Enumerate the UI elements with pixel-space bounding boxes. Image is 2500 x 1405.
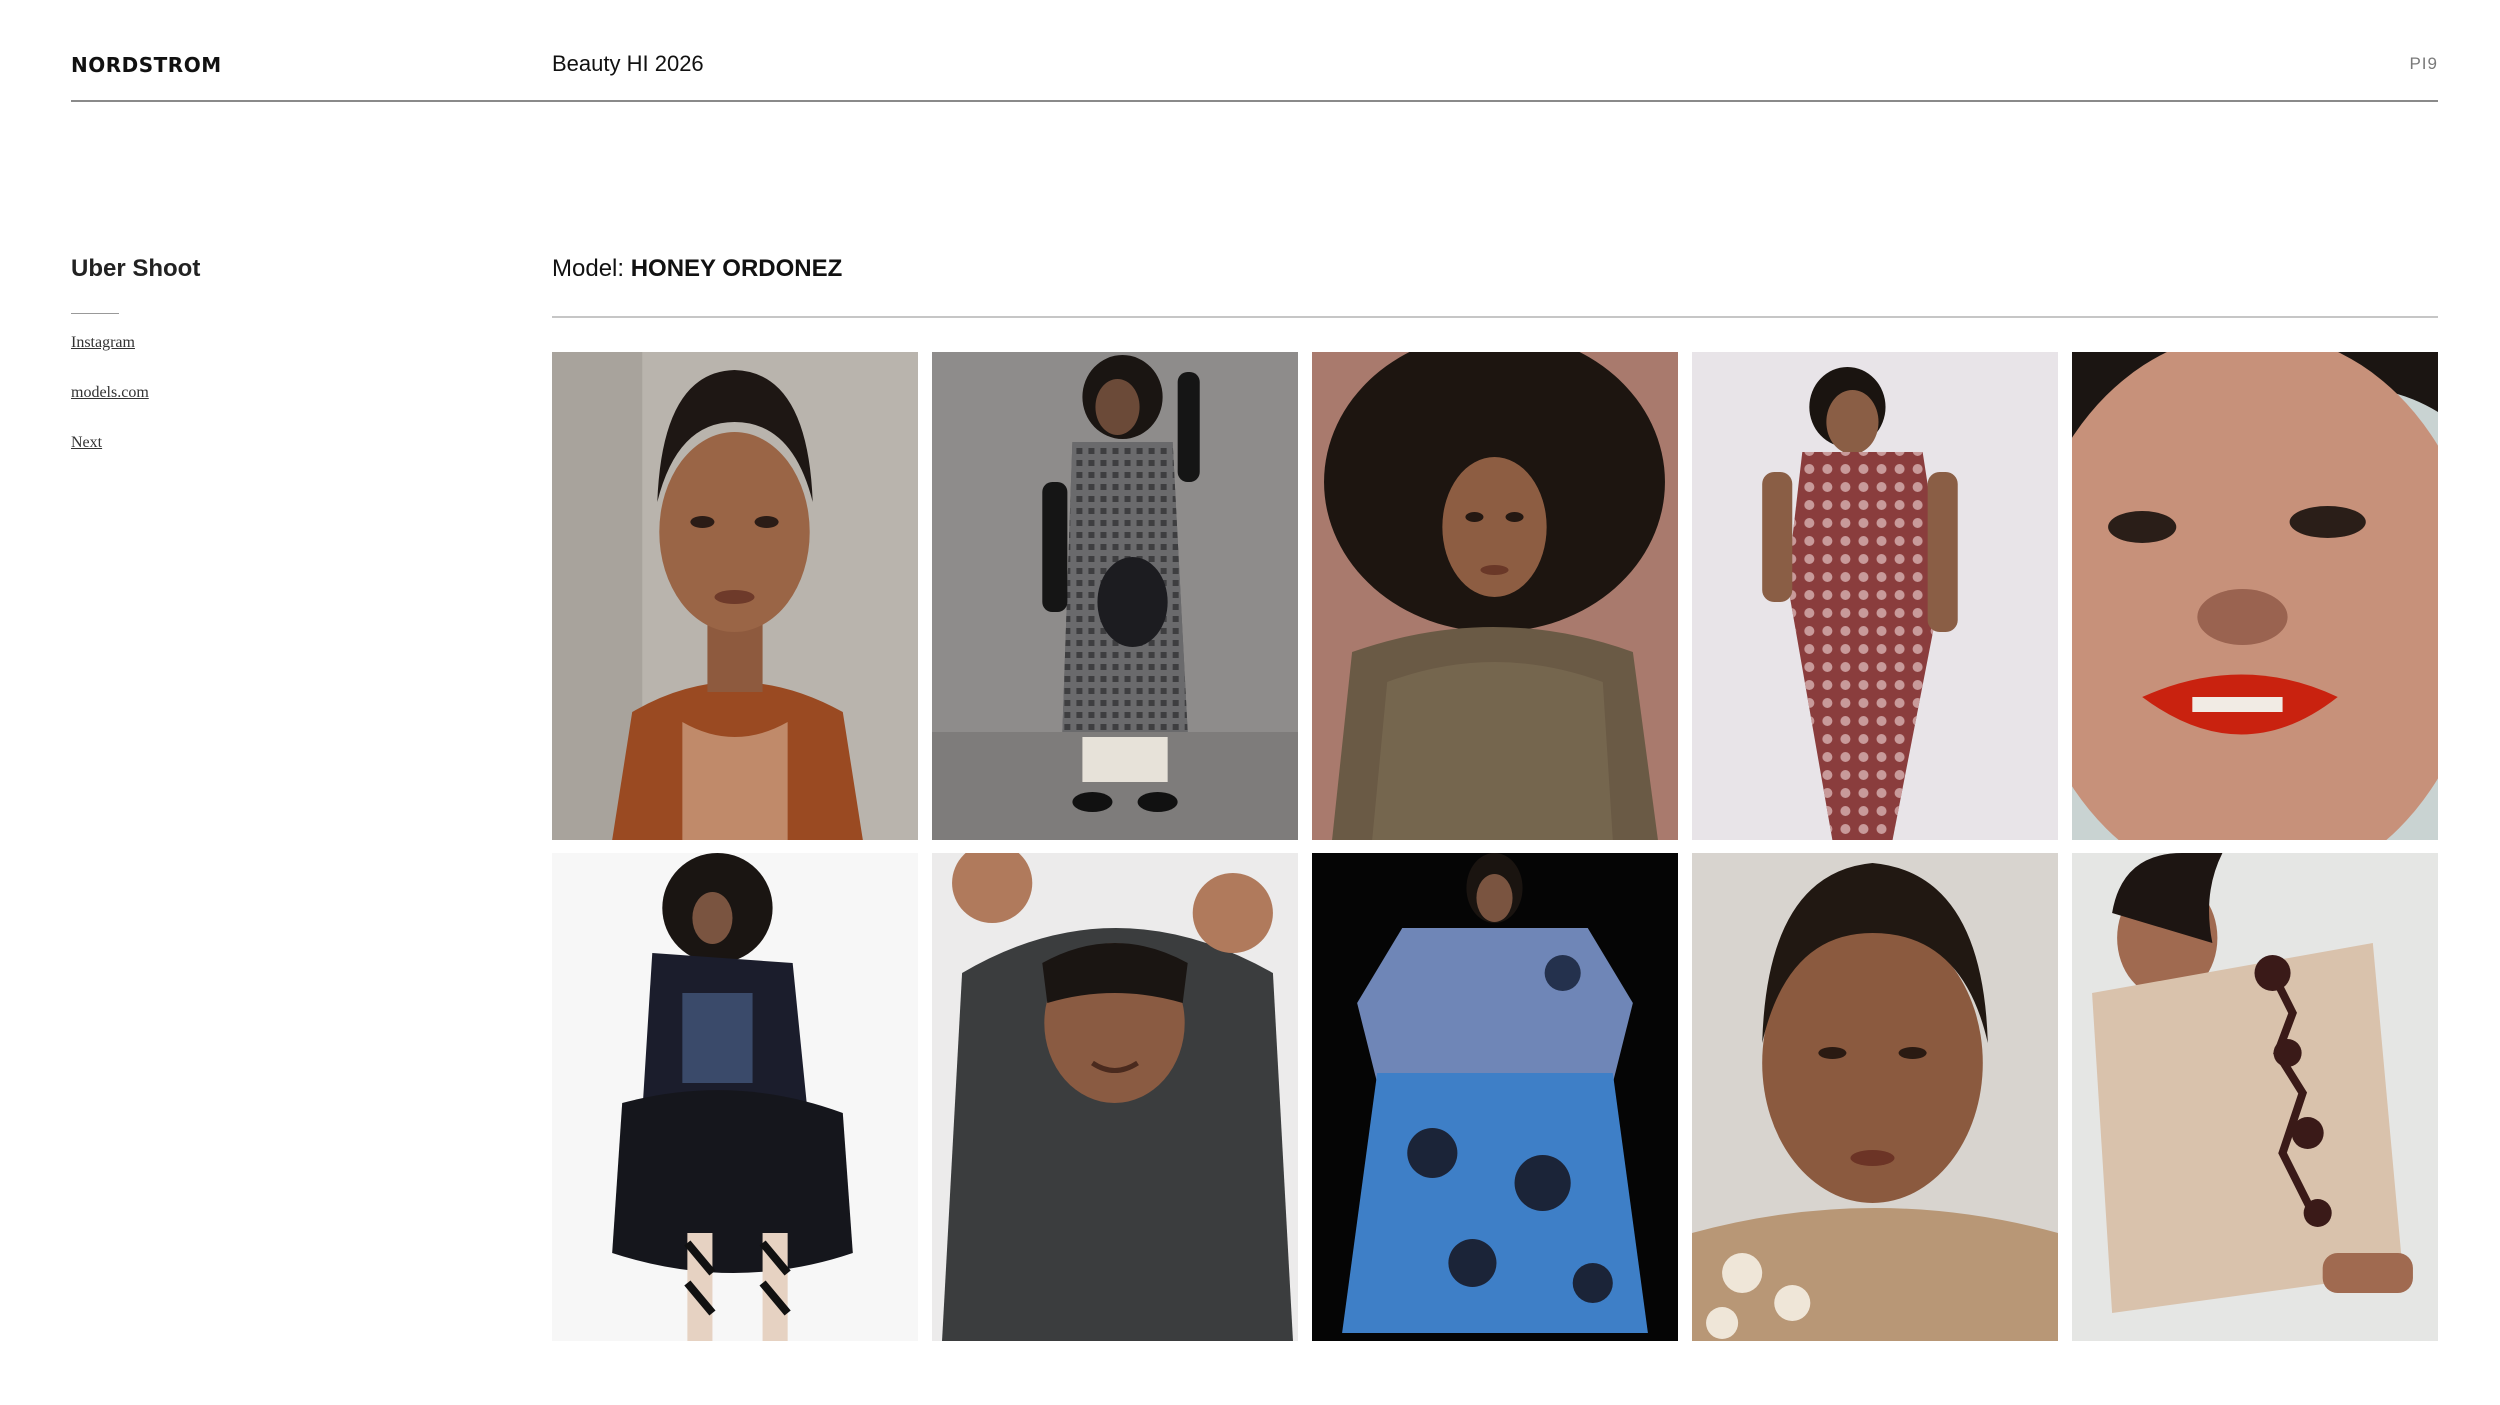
next-link[interactable]: Next [71, 434, 391, 452]
model-label: Model: [552, 255, 631, 282]
photo-slick-hair-portrait[interactable] [1692, 853, 2058, 1341]
model-name: HONEY ORDONEZ [630, 255, 843, 282]
photo-sheer-floral-top[interactable] [2072, 853, 2438, 1341]
page-number: PI9 [2409, 54, 2438, 73]
brand-logo: NORDSTROM [71, 53, 222, 77]
photo-plaid-dress-gloves[interactable] [932, 352, 1298, 840]
photo-portrait-rust-tank[interactable] [552, 352, 918, 840]
photo-black-tulle-skirt[interactable] [552, 853, 918, 1341]
sidebar: Uber Shoot Instagram models.com Next [71, 255, 391, 484]
photo-grid [552, 352, 2438, 1341]
model-heading: Model: HONEY ORDONEZ [552, 255, 2438, 295]
photo-crochet-dress[interactable] [1692, 352, 2058, 840]
photo-red-lips-closeup[interactable] [2072, 352, 2438, 840]
photo-blue-floral-skirt[interactable] [1312, 853, 1678, 1341]
document-title: Beauty HI 2026 [552, 51, 704, 76]
shoot-title: Uber Shoot [71, 255, 201, 282]
models-com-link[interactable]: models.com [71, 384, 391, 402]
photo-grey-hoodie[interactable] [932, 853, 1298, 1341]
instagram-link[interactable]: Instagram [71, 334, 391, 352]
main-content: Model: HONEY ORDONEZ [552, 255, 2438, 318]
photo-curly-hair-knit[interactable] [1312, 352, 1678, 840]
page-header: NORDSTROM Beauty HI 2026 PI9 [71, 0, 2438, 102]
sidebar-divider [71, 313, 119, 314]
heading-divider [552, 316, 2438, 318]
